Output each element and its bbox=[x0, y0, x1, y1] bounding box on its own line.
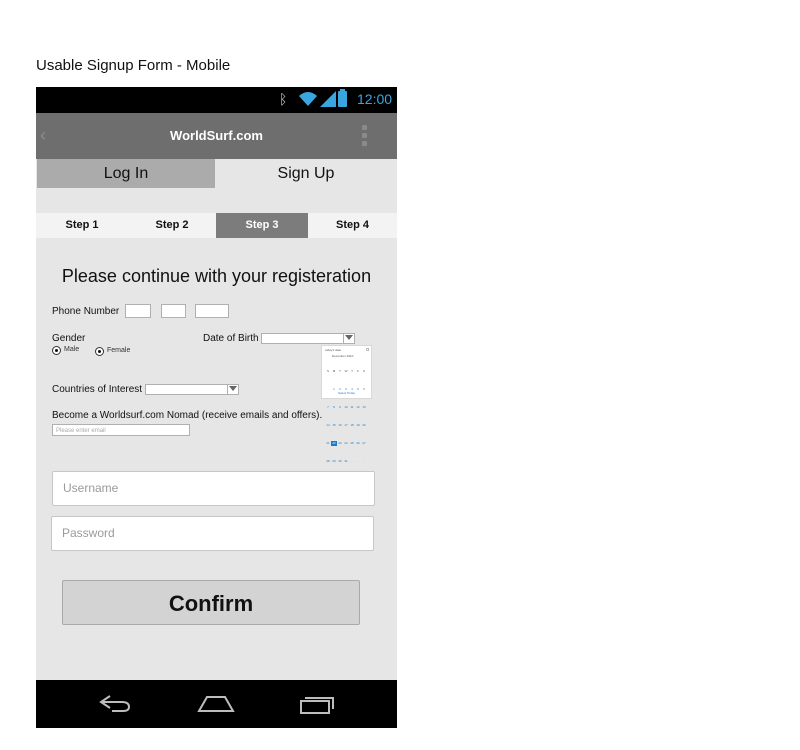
recent-apps-icon[interactable] bbox=[299, 693, 335, 715]
nomad-label: Become a Worldsurf.com Nomad (receive em… bbox=[52, 410, 323, 421]
signal-icon bbox=[320, 91, 336, 107]
back-nav-icon[interactable] bbox=[98, 693, 132, 713]
battery-icon bbox=[338, 89, 347, 107]
gender-male-label: Male bbox=[64, 346, 80, 353]
confirm-button[interactable]: Confirm bbox=[62, 580, 360, 625]
bluetooth-icon: ᛒ bbox=[279, 91, 288, 107]
countries-label: Countries of Interest bbox=[52, 384, 143, 395]
step-progress: Step 1 Step 2 Step 3 Step 4 bbox=[36, 213, 397, 238]
dob-label: Date of Birth bbox=[203, 333, 259, 344]
overflow-menu-icon[interactable] bbox=[362, 125, 368, 147]
phone-frame: ᛒ 12:00 ‹ WorldSurf.com Log In Sign Up S… bbox=[36, 87, 397, 728]
calendar-grid: SMTWTFS · 1 2 3 4 5 6 7 8 9 10 11 12 13 14 15 16 17 18 19… bbox=[326, 369, 366, 463]
username-input[interactable]: Username bbox=[52, 471, 375, 506]
step-2[interactable]: Step 2 bbox=[128, 213, 216, 238]
gender-label: Gender bbox=[52, 333, 86, 344]
app-title: WorldSurf.com bbox=[170, 128, 263, 143]
calendar-month: December 2010 bbox=[332, 354, 354, 358]
calendar-select-today[interactable]: Select Today bbox=[322, 391, 371, 395]
status-clock: 12:00 bbox=[357, 91, 393, 107]
chevron-down-icon bbox=[229, 386, 237, 391]
form-heading: Please continue with your registeration bbox=[61, 266, 372, 286]
close-icon[interactable]: o bbox=[366, 347, 369, 353]
page-caption: Usable Signup Form - Mobile bbox=[36, 57, 231, 74]
phone-area-input[interactable] bbox=[125, 304, 151, 318]
phone-prefix-input[interactable] bbox=[161, 304, 186, 318]
password-input[interactable]: Password bbox=[51, 516, 374, 551]
chevron-down-icon bbox=[345, 335, 353, 340]
email-field[interactable]: Please enter email bbox=[52, 424, 190, 436]
weekday: S bbox=[362, 369, 365, 373]
phone-label: Phone Number bbox=[52, 306, 120, 317]
step-3[interactable]: Step 3 bbox=[216, 213, 308, 238]
gender-female-radio[interactable] bbox=[95, 347, 104, 356]
date-picker-calendar[interactable]: today's date o December 2010 SMTWTFS · 1 2… bbox=[321, 345, 372, 463]
step-4[interactable]: Step 4 bbox=[308, 213, 397, 238]
tab-log-in[interactable]: Log In bbox=[37, 159, 215, 188]
tab-sign-up[interactable]: Sign Up bbox=[215, 159, 397, 188]
wifi-icon bbox=[299, 92, 317, 106]
home-nav-icon[interactable] bbox=[197, 693, 235, 713]
nav-bar bbox=[36, 680, 397, 728]
auth-tabs: Log In Sign Up bbox=[36, 159, 397, 188]
status-bar: ᛒ 12:00 bbox=[36, 87, 397, 113]
countries-select[interactable] bbox=[145, 384, 239, 395]
phone-line-input[interactable] bbox=[195, 304, 229, 318]
calendar-title: today's date bbox=[325, 348, 342, 352]
gender-male-radio[interactable] bbox=[52, 346, 61, 355]
gender-female-label: Female bbox=[107, 347, 131, 354]
step-1[interactable]: Step 1 bbox=[36, 213, 128, 238]
dob-select[interactable] bbox=[261, 333, 355, 344]
action-bar: ‹ WorldSurf.com bbox=[36, 113, 397, 159]
